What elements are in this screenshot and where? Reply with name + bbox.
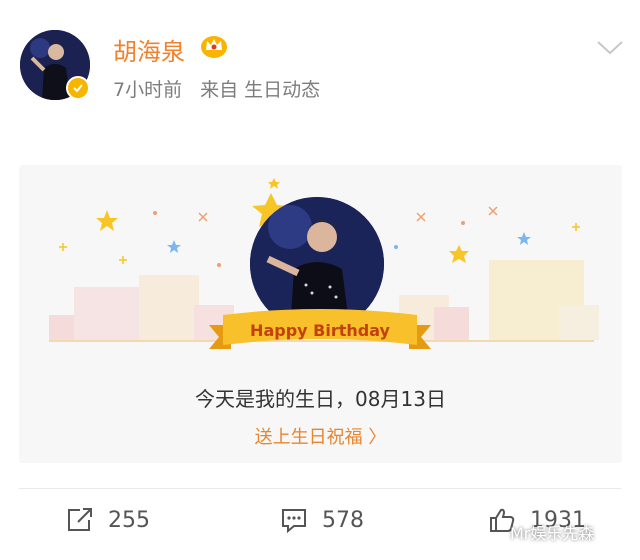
comment-count: 578 xyxy=(322,507,364,533)
share-button[interactable]: 255 xyxy=(66,500,150,540)
comment-button[interactable]: 578 xyxy=(280,500,364,540)
comment-icon xyxy=(282,509,306,533)
post-source[interactable]: 来自 生日动态 xyxy=(200,79,320,101)
author-name[interactable]: 胡海泉 xyxy=(113,32,185,67)
watermark-text: Mr娱乐先森 xyxy=(510,524,595,543)
birthday-ribbon: Happy Birthday xyxy=(209,309,431,349)
ribbon-text: Happy Birthday xyxy=(250,321,390,340)
share-icon xyxy=(68,508,92,531)
divider xyxy=(19,488,621,489)
post-header: 胡海泉 7小时前 来自 生日动态 xyxy=(0,0,640,120)
post-meta: 7小时前 来自 生日动态 xyxy=(113,75,332,102)
share-count: 255 xyxy=(108,507,150,533)
chevron-down-icon[interactable] xyxy=(597,40,623,56)
send-wishes-link[interactable]: 送上生日祝福 〉 xyxy=(19,423,622,449)
birthday-card[interactable]: Happy Birthday 今天是我的生日，08月13日 送上生日祝福 〉 xyxy=(19,165,622,463)
birthday-message: 今天是我的生日，08月13日 xyxy=(195,387,446,411)
verified-badge-icon xyxy=(66,76,90,100)
author-avatar[interactable] xyxy=(20,30,90,100)
member-crown-icon[interactable] xyxy=(200,33,228,59)
post-time: 7小时前 xyxy=(113,79,183,101)
